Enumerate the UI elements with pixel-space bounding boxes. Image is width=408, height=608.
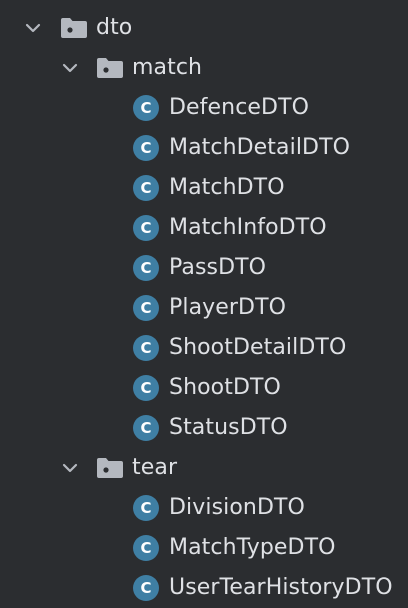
class-icon: C	[133, 215, 159, 241]
tree-node-label: UserTearHistoryDTO	[169, 575, 393, 600]
tree-node-label: dto	[96, 15, 133, 40]
tree-node-class[interactable]: C PlayerDTO	[0, 288, 408, 328]
tree-node-match[interactable]: match	[0, 48, 408, 88]
class-icon: C	[133, 135, 159, 161]
tree-node-class[interactable]: C ShootDetailDTO	[0, 328, 408, 368]
tree-node-label: match	[132, 55, 203, 80]
class-icon: C	[133, 255, 159, 281]
tree-node-class[interactable]: C PassDTO	[0, 248, 408, 288]
folder-icon	[96, 57, 124, 79]
tree-node-class[interactable]: C DivisionDTO	[0, 488, 408, 528]
tree-node-label: MatchTypeDTO	[169, 535, 336, 560]
tree-node-label: DivisionDTO	[169, 495, 305, 520]
class-icon: C	[133, 335, 159, 361]
folder-icon	[96, 457, 124, 479]
class-icon: C	[133, 415, 159, 441]
chevron-down-icon[interactable]	[60, 458, 80, 478]
tree-node-label: MatchInfoDTO	[169, 215, 327, 240]
chevron-down-icon[interactable]	[23, 18, 43, 38]
class-icon: C	[133, 575, 159, 601]
tree-node-class[interactable]: C MatchInfoDTO	[0, 208, 408, 248]
tree-node-label: tear	[132, 455, 178, 480]
tree-node-label: PassDTO	[169, 255, 267, 280]
tree-node-label: MatchDTO	[169, 175, 285, 200]
tree-node-label: MatchDetailDTO	[169, 135, 351, 160]
class-icon: C	[133, 175, 159, 201]
tree-node-label: DefenceDTO	[169, 95, 310, 120]
tree-node-label: ShootDTO	[169, 375, 281, 400]
folder-icon	[60, 17, 88, 39]
tree-node-class[interactable]: C MatchTypeDTO	[0, 528, 408, 568]
tree-node-class[interactable]: C MatchDetailDTO	[0, 128, 408, 168]
tree-node-class[interactable]: C MatchDTO	[0, 168, 408, 208]
class-icon: C	[133, 495, 159, 521]
class-icon: C	[133, 295, 159, 321]
tree-node-class[interactable]: C ShootDTO	[0, 368, 408, 408]
tree-node-class[interactable]: C UserTearHistoryDTO	[0, 568, 408, 608]
tree-node-label: ShootDetailDTO	[169, 335, 347, 360]
tree-node-label: PlayerDTO	[169, 295, 287, 320]
tree-node-class[interactable]: C StatusDTO	[0, 408, 408, 448]
class-icon: C	[133, 375, 159, 401]
class-icon: C	[133, 535, 159, 561]
tree-node-class[interactable]: C DefenceDTO	[0, 88, 408, 128]
tree-node-dto[interactable]: dto	[0, 8, 408, 48]
project-tree: dto match C DefenceDTO C MatchDetailDTO …	[0, 0, 408, 608]
chevron-down-icon[interactable]	[60, 58, 80, 78]
tree-node-label: StatusDTO	[169, 415, 288, 440]
tree-node-tear[interactable]: tear	[0, 448, 408, 488]
class-icon: C	[133, 95, 159, 121]
